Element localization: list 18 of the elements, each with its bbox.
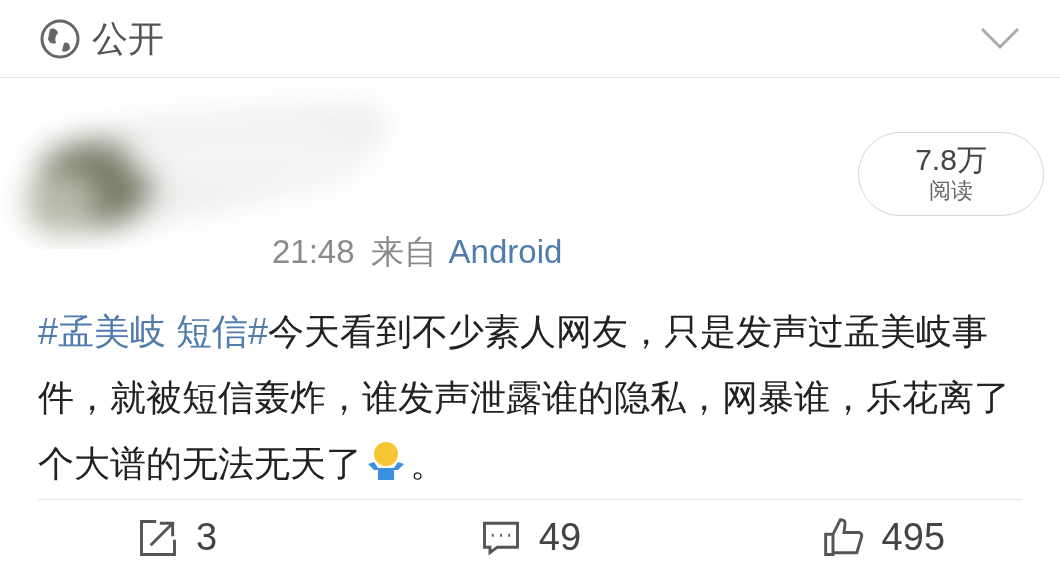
globe-icon [40,18,80,59]
post-time: 21:48 [272,232,355,272]
action-count: 495 [881,515,945,561]
like-button[interactable]: 495 [706,499,1060,576]
hashtag-link[interactable]: #孟美岐 短信# [38,310,269,352]
comment-button[interactable]: 49 [353,499,707,576]
visibility-label[interactable]: 公开 [92,11,164,66]
end-punctuation: 。 [410,442,446,484]
share-button[interactable]: 3 [0,499,354,576]
action-count: 49 [538,515,582,561]
shrug-emoji-icon [366,439,406,480]
source-label: 来自 [370,232,437,272]
chevron-down-icon[interactable] [980,26,1020,51]
read-count: 7.8万 [915,143,987,177]
read-label: 阅读 [929,177,973,205]
post-text: #孟美岐 短信#今天看到不少素人网友，只是发声过孟美岐事件，就被短信轰炸，谁发声泄露谁的隐私，网暴谁，乐花离了个大谱的无法无天了 。 [37,309,1011,486]
source-link[interactable]: Android [448,227,563,277]
action-count: 3 [196,515,218,561]
